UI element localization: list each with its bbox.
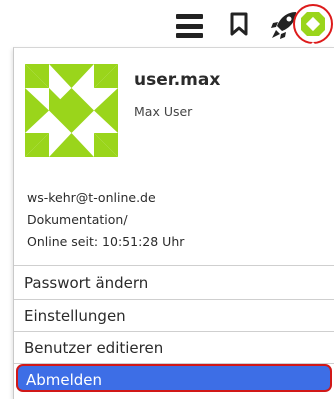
change-password-item[interactable]: Passwort ändern	[14, 267, 334, 299]
top-toolbar	[0, 0, 334, 50]
user-email: ws-kehr@t-online.de	[27, 190, 156, 205]
username: user.max	[134, 70, 221, 90]
user-avatar-icon	[301, 12, 325, 40]
online-since: Online seit: 10:51:28 Uhr	[27, 234, 185, 249]
divider	[14, 265, 334, 266]
user-avatar-button[interactable]	[293, 4, 333, 44]
bookmark-icon[interactable]	[230, 12, 248, 40]
user-path: Dokumentation/	[27, 212, 128, 227]
full-name: Max User	[134, 104, 193, 119]
menu-icon[interactable]	[176, 14, 203, 38]
user-dropdown-panel: user.max Max User ws-kehr@t-online.de Do…	[13, 47, 334, 399]
user-avatar	[25, 64, 118, 157]
edit-user-item[interactable]: Benutzer editieren	[14, 332, 334, 364]
settings-item[interactable]: Einstellungen	[14, 300, 334, 332]
logout-button[interactable]: Abmelden	[16, 364, 332, 392]
